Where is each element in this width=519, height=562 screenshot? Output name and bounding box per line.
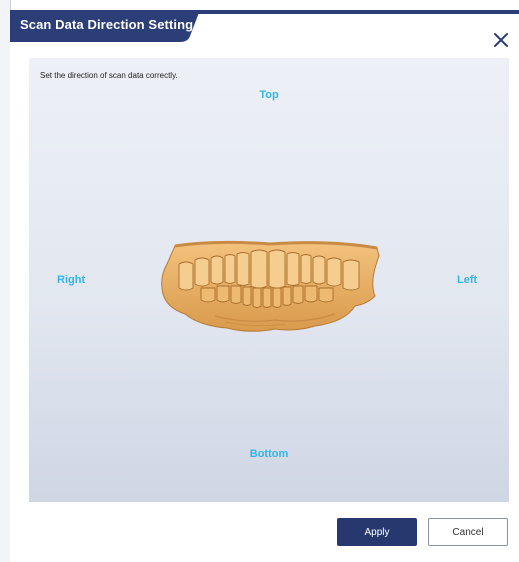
title-tab: Scan Data Direction Setting xyxy=(10,10,200,42)
direction-bottom-label[interactable]: Bottom xyxy=(29,448,509,460)
scan-data-viewport[interactable]: Set the direction of scan data correctly… xyxy=(29,58,509,502)
dialog-title: Scan Data Direction Setting xyxy=(20,17,194,32)
direction-top-label[interactable]: Top xyxy=(29,89,509,101)
dental-arch-model[interactable] xyxy=(155,234,385,334)
instruction-text: Set the direction of scan data correctly… xyxy=(40,71,178,80)
close-icon xyxy=(494,33,508,47)
direction-left-label[interactable]: Left xyxy=(457,274,477,286)
apply-button[interactable]: Apply xyxy=(337,518,417,546)
scan-direction-dialog: Scan Data Direction Setting Set the dire… xyxy=(10,10,519,562)
cancel-button[interactable]: Cancel xyxy=(428,518,508,546)
close-button[interactable] xyxy=(491,30,511,50)
direction-right-label[interactable]: Right xyxy=(57,274,85,286)
